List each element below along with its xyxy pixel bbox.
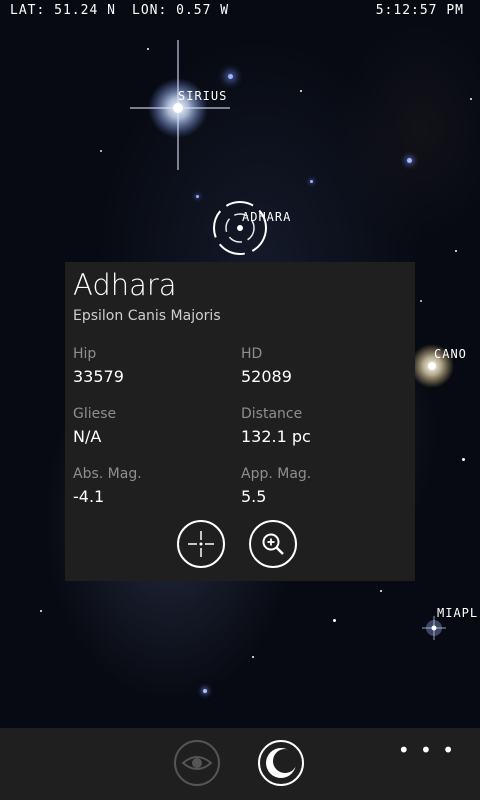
sirius-star[interactable] [130,40,230,170]
gliese-value: N/A [73,427,102,446]
center-on-star-icon [188,531,214,557]
zoom-in-icon [262,533,284,555]
star [380,590,382,592]
latitude-readout: Lat: 51.24 N [10,3,116,18]
center-on-star-button[interactable] [177,520,225,568]
star [462,458,465,461]
more-options-button[interactable]: • • • [398,738,456,762]
star-info-card: Adhara Epsilon Canis Majoris Hip 33579 H… [65,262,415,581]
night-mode-button[interactable] [258,740,304,786]
star [455,250,457,252]
longitude-readout: Lon: 0.57 W [132,3,230,18]
miaplacidus-label: Miapl [437,606,479,620]
star-name: Adhara [73,268,177,302]
star [203,689,207,693]
star [300,90,302,92]
application-bar: • • • [0,728,480,800]
star [470,98,472,100]
card-scroll-area[interactable]: Adhara Epsilon Canis Majoris Hip 33579 H… [65,262,415,502]
eye-icon [181,756,213,770]
canopus-label: Cano [434,347,467,361]
star [333,619,336,622]
hip-label: Hip [73,346,97,362]
hd-label: HD [241,346,263,362]
zoom-in-button[interactable] [249,520,297,568]
abs-mag-value: -4.1 [73,487,105,502]
adhara-target-icon[interactable] [210,200,270,260]
star [310,180,313,183]
star [420,300,422,302]
gliese-label: Gliese [73,406,117,422]
hip-value: 33579 [73,367,124,386]
hd-value: 52089 [241,367,292,386]
star-designation: Epsilon Canis Majoris [73,308,221,324]
star [407,158,412,163]
night-mode-icon [266,748,297,778]
app-mag-value: 5.5 [241,487,267,502]
adhara-label: Adhara [242,210,292,224]
star [196,195,199,198]
status-bar: Lat: 51.24 N Lon: 0.57 W 5:12:57 PM [0,0,480,22]
abs-mag-label: Abs. Mag. [73,466,142,482]
star [252,656,254,658]
star [100,150,102,152]
app-mag-label: App. Mag. [241,466,312,482]
clock: 5:12:57 PM [375,3,464,18]
sirius-label: Sirius [178,89,228,103]
distance-label: Distance [241,406,303,422]
visibility-button[interactable] [174,740,220,786]
distance-value: 132.1 pc [241,427,311,446]
star [40,610,42,612]
